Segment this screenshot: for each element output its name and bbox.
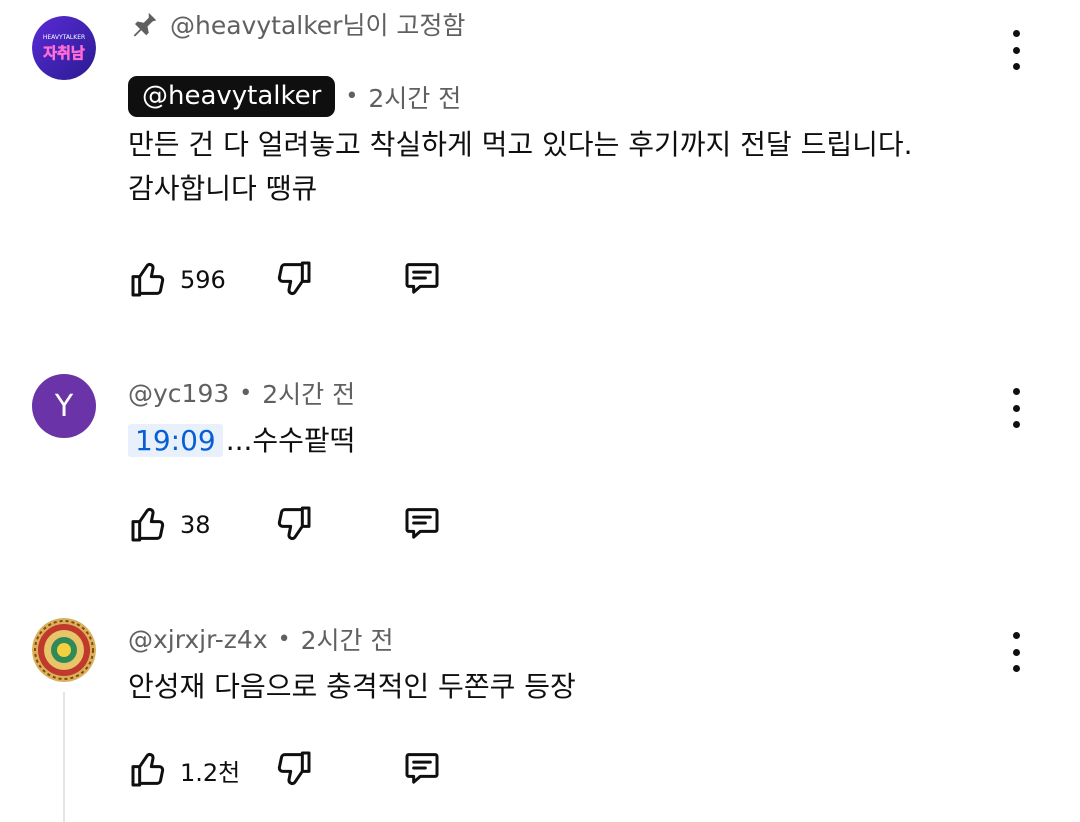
- menu-dot: [1012, 421, 1020, 428]
- pinned-label: @heavytalker님이 고정함: [170, 11, 466, 40]
- comment-text-rest: ...수수팥떡: [225, 424, 356, 457]
- comment-time: 2시간 전: [368, 83, 462, 113]
- more-actions-button[interactable]: [1002, 386, 1030, 430]
- channel-logo-icon: HEAVYTALKER 자취남: [32, 16, 96, 80]
- dislike-button[interactable]: [274, 258, 402, 302]
- comment-meta: @yc193 • 2시간 전: [128, 375, 1000, 411]
- pinned-indicator: @heavytalker님이 고정함: [130, 6, 465, 42]
- comment-meta: @xjrxjr-z4x • 2시간 전: [128, 621, 1000, 657]
- menu-dot: [1012, 648, 1020, 656]
- comment-item: HEAVYTALKER 자취남 @heavytalker님이 고정함 @heav…: [0, 0, 1080, 330]
- author-handle[interactable]: @yc193: [128, 379, 229, 408]
- separator-dot: •: [239, 380, 253, 406]
- avatar-letter: Y: [54, 388, 74, 424]
- comment-text: 안성재 다음으로 충격적인 두쫀쿠 등장: [128, 670, 576, 703]
- reply-button[interactable]: [402, 503, 442, 547]
- comment-meta: @heavytalker • 2시간 전: [128, 76, 1000, 117]
- comment-text-line: 감사합니다 땡큐: [128, 172, 318, 205]
- comment-text: 만든 건 다 얼려놓고 착실하게 먹고 있다는 후기까지 전달 드립니다. 감사…: [128, 123, 1000, 211]
- timestamp-link[interactable]: 19:09: [128, 424, 223, 457]
- dislike-button[interactable]: [274, 748, 402, 792]
- like-button[interactable]: 38: [128, 505, 274, 545]
- reply-comment-icon: [405, 508, 439, 539]
- dislike-button[interactable]: [274, 503, 402, 547]
- comment-item: @xjrxjr-z4x • 2시간 전 안성재 다음으로 충격적인 두쫀쿠 등장…: [0, 600, 1080, 822]
- like-count: 1.2천: [180, 758, 241, 787]
- thumbs-down-icon: [277, 506, 311, 540]
- menu-dot: [1012, 46, 1020, 54]
- separator-dot: •: [277, 626, 291, 652]
- comment-time: 2시간 전: [300, 626, 394, 655]
- more-actions-button[interactable]: [1002, 28, 1030, 72]
- more-actions-button[interactable]: [1002, 630, 1030, 674]
- pin-icon: [133, 12, 157, 37]
- comment-time: 2시간 전: [262, 380, 356, 409]
- thread-line: [63, 692, 65, 822]
- menu-dot: [1012, 404, 1020, 412]
- thumbs-up-icon: [131, 753, 165, 787]
- like-button[interactable]: 596: [128, 260, 274, 300]
- avatar[interactable]: HEAVYTALKER 자취남: [32, 16, 96, 80]
- more-vertical-icon: [1012, 632, 1020, 639]
- comment-text-line: 만든 건 다 얼려놓고 착실하게 먹고 있다는 후기까지 전달 드립니다.: [128, 128, 913, 161]
- like-count: 38: [180, 511, 211, 539]
- menu-dot: [1012, 665, 1020, 672]
- avatar[interactable]: [32, 618, 96, 682]
- mandala-avatar-icon: [32, 618, 96, 682]
- separator-dot: •: [345, 84, 359, 109]
- author-handle[interactable]: @xjrxjr-z4x: [128, 625, 268, 654]
- author-handle-pill[interactable]: @heavytalker: [128, 76, 336, 117]
- thumbs-up-icon: [131, 508, 165, 542]
- comment-text: 19:09 ...수수팥떡: [128, 419, 1000, 463]
- reply-comment-icon: [405, 263, 439, 294]
- menu-dot: [1012, 63, 1020, 70]
- more-vertical-icon: [1012, 388, 1020, 395]
- comment-actions: 38: [128, 503, 442, 547]
- like-count: 596: [180, 266, 226, 294]
- avatar[interactable]: Y: [32, 374, 96, 438]
- thumbs-down-icon: [277, 751, 311, 785]
- comment-actions: 596: [128, 258, 442, 302]
- comment-actions: 1.2천: [128, 748, 442, 792]
- reply-comment-icon: [405, 753, 439, 784]
- thumbs-down-icon: [277, 261, 311, 295]
- reply-button[interactable]: [402, 748, 442, 792]
- more-vertical-icon: [1012, 30, 1020, 37]
- like-button[interactable]: 1.2천: [128, 750, 274, 790]
- thumbs-up-icon: [131, 263, 165, 297]
- comment-item: Y @yc193 • 2시간 전 19:09 ...수수팥떡 38: [0, 350, 1080, 580]
- reply-button[interactable]: [402, 258, 442, 302]
- avatar-text-top: HEAVYTALKER: [43, 34, 85, 41]
- avatar-text-main: 자취남: [43, 44, 85, 62]
